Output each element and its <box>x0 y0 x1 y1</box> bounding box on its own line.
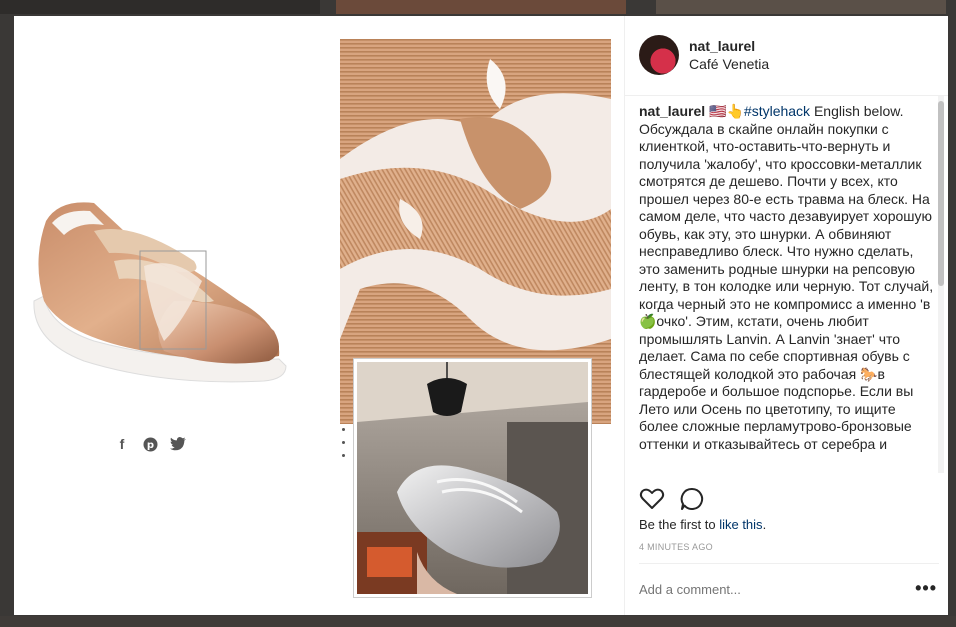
action-bar <box>639 486 705 512</box>
scrollbar-thumb[interactable] <box>938 101 944 286</box>
pinterest-icon[interactable]: p <box>142 436 158 452</box>
caption: nat_laurel 🇺🇸👆#stylehack English below. … <box>639 103 935 453</box>
background-feed-tile <box>0 0 320 14</box>
caption-flags: 🇺🇸👆 <box>709 103 744 119</box>
comment-input[interactable] <box>639 582 889 597</box>
caption-text: English below. Обсуждала в скайпе онлайн… <box>639 103 934 452</box>
caption-container: nat_laurel 🇺🇸👆#stylehack English below. … <box>639 103 935 473</box>
like-this-link[interactable]: like this <box>719 517 762 532</box>
header-username[interactable]: nat_laurel <box>689 38 755 54</box>
likes-suffix: . <box>762 517 767 532</box>
avatar[interactable] <box>639 35 679 75</box>
background-feed-tile <box>0 616 956 627</box>
likes-prefix: Be the first to <box>639 517 720 532</box>
caption-scrollbar[interactable] <box>938 96 944 473</box>
shoe-image <box>24 191 294 401</box>
post-modal: f p nat_laurel Café Venetia nat_laurel 🇺… <box>14 16 948 615</box>
svg-text:p: p <box>146 440 153 451</box>
background-feed-tile <box>336 0 626 14</box>
share-bar: f p <box>114 436 186 452</box>
location-link[interactable]: Café Venetia <box>689 56 769 72</box>
heart-icon[interactable] <box>639 486 665 512</box>
twitter-icon[interactable] <box>170 436 186 452</box>
timestamp: 4 MINUTES AGO <box>639 542 713 552</box>
comment-row: ••• <box>639 563 939 615</box>
likes-text: Be the first to like this. <box>639 517 766 532</box>
caption-username[interactable]: nat_laurel <box>639 103 705 119</box>
more-options-button[interactable]: ••• <box>915 578 937 599</box>
facebook-icon[interactable]: f <box>114 436 130 452</box>
post-image: f p <box>14 16 624 615</box>
hashtag-link[interactable]: #stylehack <box>744 103 810 119</box>
carousel-dots <box>342 428 345 467</box>
post-header: nat_laurel Café Venetia <box>625 16 948 96</box>
background-feed-tile <box>656 0 946 14</box>
comment-icon[interactable] <box>679 486 705 512</box>
post-sidebar: nat_laurel Café Venetia nat_laurel 🇺🇸👆#s… <box>624 16 948 615</box>
inset-shoe-photo <box>353 358 592 598</box>
